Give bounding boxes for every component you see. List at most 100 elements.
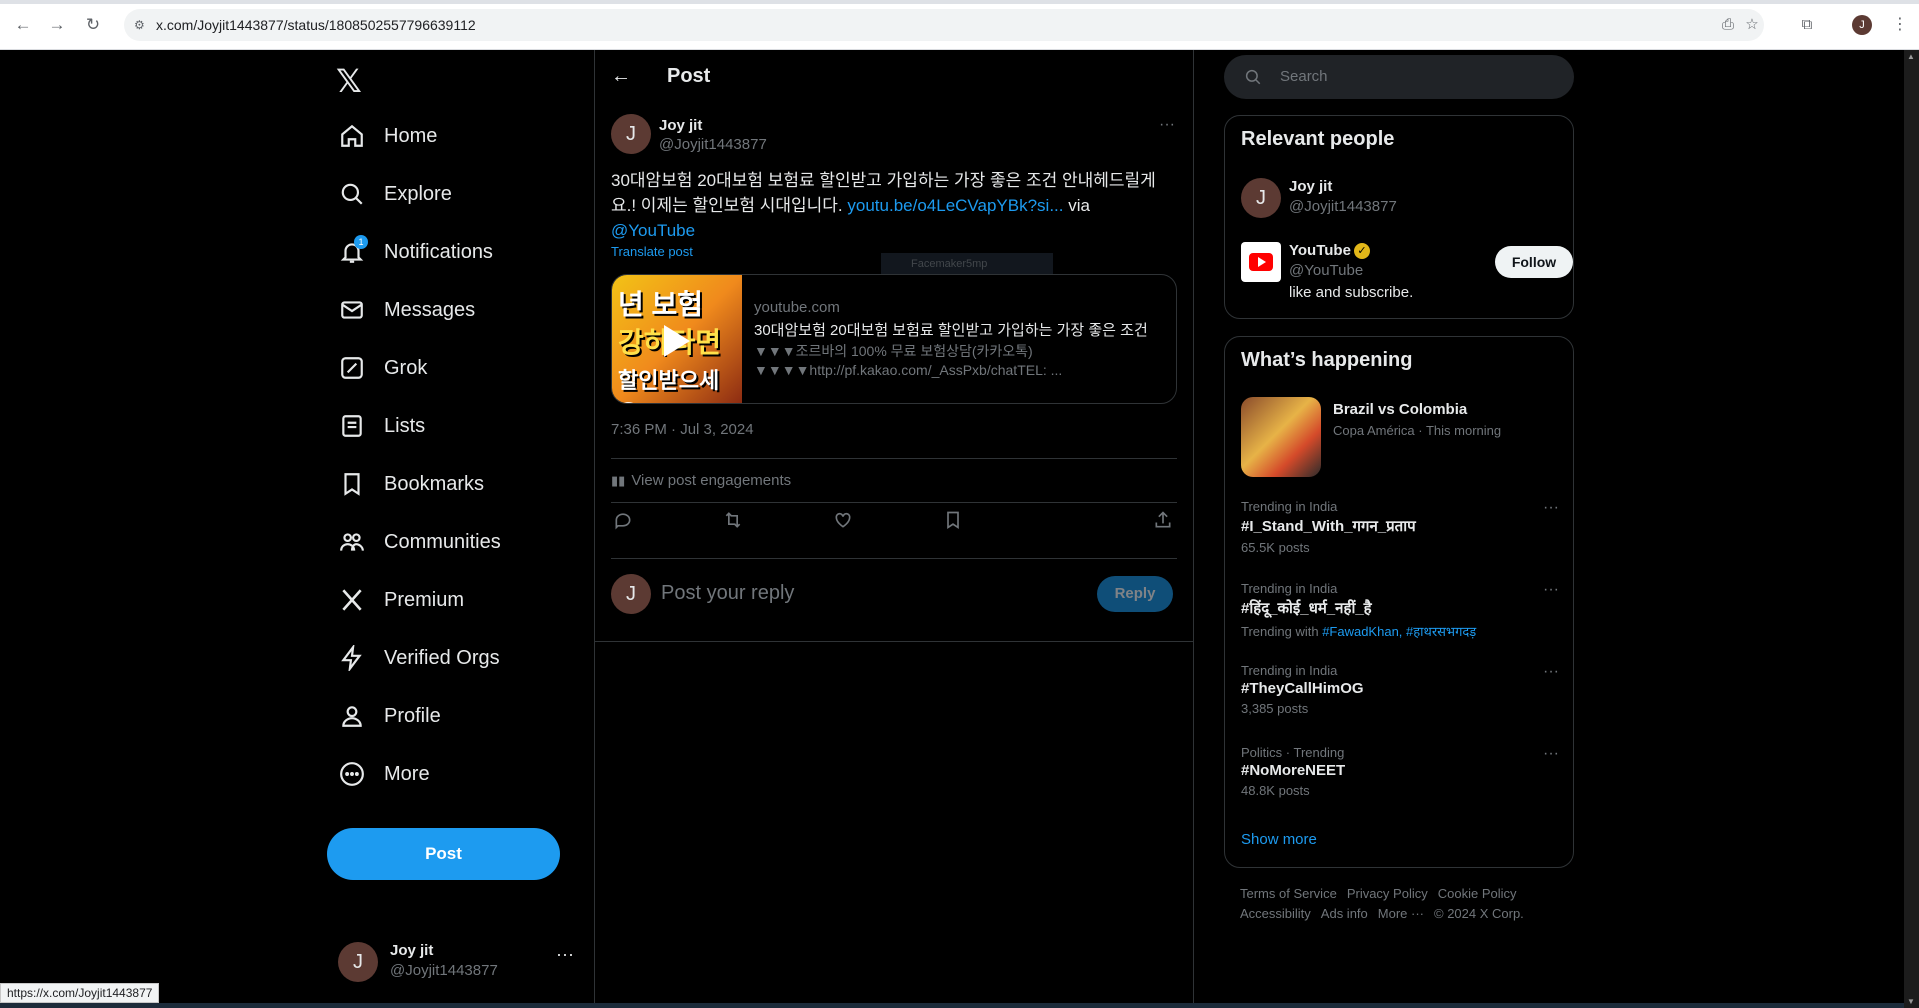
trend-meta: Trending in India [1241, 499, 1338, 514]
video-thumbnail[interactable]: 년 보험 강하다면 할인받으세요! [612, 275, 742, 403]
footer-link[interactable]: Cookie Policy [1438, 886, 1517, 901]
tweet-mention[interactable]: @YouTube [611, 221, 695, 240]
play-icon[interactable] [664, 325, 690, 357]
extensions-icon[interactable]: ⧉ [1796, 14, 1818, 36]
person-joyjit[interactable]: J Joy jit @Joyjit1443877 [1241, 174, 1559, 222]
account-switcher[interactable]: J Joy jit @Joyjit1443877 ··· [338, 938, 574, 986]
reply-input[interactable]: Post your reply [661, 582, 794, 605]
search-input[interactable]: Search [1224, 55, 1574, 99]
nav-verified-orgs[interactable]: Verified Orgs [338, 638, 500, 678]
trend-name: #TheyCallHimOG [1241, 680, 1364, 697]
repost-icon[interactable] [723, 510, 745, 532]
more-dots-icon[interactable]: ··· [1543, 581, 1559, 599]
scroll-up-icon[interactable]: ▲ [1907, 52, 1915, 61]
nav-home[interactable]: Home [338, 116, 437, 156]
address-bar[interactable]: ⚙ x.com/Joyjit1443877/status/18085025577… [124, 9, 1764, 41]
share-icon[interactable] [1153, 510, 1175, 532]
site-info-icon[interactable]: ⚙ [134, 17, 150, 33]
divider [611, 558, 1177, 559]
person-handle: @YouTube [1289, 262, 1364, 279]
url-text[interactable]: x.com/Joyjit1443877/status/1808502557796… [156, 17, 476, 33]
more-dots-icon[interactable]: ··· [1159, 116, 1175, 134]
nav-explore[interactable]: Explore [338, 174, 452, 214]
featured-trend[interactable]: Brazil vs Colombia Copa América · This m… [1241, 397, 1559, 477]
footer-link[interactable]: Ads info [1321, 906, 1368, 921]
trending-with-tags[interactable]: #FawadKhan, #हाथरसभगदड़ [1322, 624, 1476, 639]
person-name: Joy jit [1289, 178, 1333, 195]
like-heart-icon[interactable] [833, 510, 855, 532]
nav-label: Bookmarks [384, 472, 485, 495]
trend-count: 48.8K posts [1241, 783, 1310, 798]
trend-meta: Politics · Trending [1241, 745, 1345, 760]
nav-label: More [384, 762, 430, 785]
install-app-icon[interactable]: ⎙ [1718, 15, 1738, 35]
reload-icon[interactable]: ↻ [82, 14, 104, 36]
person-icon [338, 702, 366, 730]
author-name[interactable]: Joy jit [659, 117, 702, 134]
trend-item[interactable]: Trending in India #TheyCallHimOG 3,385 p… [1241, 663, 1559, 716]
card-description: ▼▼▼▼http://pf.kakao.com/_AssPxb/chatTEL:… [754, 362, 1063, 378]
relevant-people-panel: Relevant people J Joy jit @Joyjit1443877… [1224, 115, 1574, 319]
youtube-logo-icon [1241, 242, 1281, 282]
browser-profile-avatar[interactable]: J [1852, 15, 1872, 35]
page-scrollbar[interactable]: ▲ ▼ [1904, 50, 1919, 1008]
show-more-link[interactable]: Show more [1241, 831, 1317, 848]
scroll-down-icon[interactable]: ▼ [1907, 997, 1915, 1006]
nav-bookmarks[interactable]: Bookmarks [338, 464, 484, 504]
nav-label: Profile [384, 704, 441, 727]
engagements-label: View post engagements [631, 472, 792, 489]
more-dots-icon[interactable]: ··· [1543, 745, 1559, 763]
view-engagements-link[interactable]: ▮▮ View post engagements [611, 472, 791, 489]
nav-label: Messages [384, 298, 476, 321]
nav-label: Explore [384, 182, 452, 205]
footer-links: Terms of Service Privacy Policy Cookie Pol… [1240, 884, 1560, 924]
nav-label: Notifications [384, 240, 493, 263]
nav-premium[interactable]: Premium [338, 580, 464, 620]
tweet-link[interactable]: youtu.be/o4LeCVapYBk?si... [847, 196, 1063, 215]
author-handle[interactable]: @Joyjit1443877 [659, 136, 767, 153]
trend-item[interactable]: Politics · Trending #NoMoreNEET 48.8K po… [1241, 745, 1559, 798]
follow-button[interactable]: Follow [1495, 246, 1573, 278]
avatar: J [1241, 178, 1281, 218]
divider [595, 641, 1193, 642]
more-dots-icon[interactable]: ··· [1543, 663, 1559, 681]
trend-item[interactable]: Trending in India #हिंदू_कोई_धर्म_नहीं_ह… [1241, 581, 1559, 640]
back-arrow-icon[interactable]: ← [611, 64, 635, 88]
nav-notifications[interactable]: 1 Notifications [338, 232, 493, 272]
translate-post-link[interactable]: Translate post [611, 244, 693, 259]
forward-arrow-icon[interactable]: → [46, 14, 68, 36]
nav-communities[interactable]: Communities [338, 522, 501, 562]
notification-badge: 1 [354, 235, 368, 249]
person-youtube[interactable]: YouTube ✓ @YouTube like and subscribe. Fo… [1241, 238, 1573, 301]
nav-label: Home [384, 124, 438, 147]
nav-lists[interactable]: Lists [338, 406, 425, 446]
browser-menu-icon[interactable]: ⋮ [1892, 14, 1908, 36]
more-dots-icon[interactable]: ··· [1543, 499, 1559, 517]
reply-button[interactable]: Reply [1097, 576, 1173, 612]
trend-item[interactable]: Trending in India #I_Stand_With_गगन_प्रत… [1241, 499, 1559, 555]
nav-grok[interactable]: Grok [338, 348, 427, 388]
avatar[interactable]: J [611, 114, 651, 154]
footer-link[interactable]: Privacy Policy [1347, 886, 1428, 901]
bookmark-icon [338, 470, 366, 498]
x-logo-icon[interactable]: 𝕏 [336, 64, 370, 98]
verified-badge-icon: ✓ [1353, 242, 1370, 259]
bookmark-icon[interactable] [943, 510, 965, 532]
footer-link[interactable]: Accessibility [1240, 906, 1311, 921]
nav-more[interactable]: More [338, 754, 430, 794]
browser-chrome: ← → ↻ ⚙ x.com/Joyjit1443877/status/18085… [0, 0, 1919, 50]
nav-profile[interactable]: Profile [338, 696, 441, 736]
mail-icon [338, 296, 366, 324]
bar-chart-icon: ▮▮ [611, 472, 626, 488]
thumbnail-text: 할인받으세요! [618, 368, 720, 403]
bookmark-star-icon[interactable]: ☆ [1742, 15, 1762, 35]
footer-link[interactable]: Terms of Service [1240, 886, 1337, 901]
reply-icon[interactable] [613, 510, 635, 532]
nav-messages[interactable]: Messages [338, 290, 475, 330]
footer-link[interactable]: More ··· [1378, 906, 1424, 921]
link-card[interactable]: 년 보험 강하다면 할인받으세요! youtube.com 30대암보험 20대… [611, 274, 1177, 404]
more-dots-icon[interactable]: ··· [556, 944, 574, 965]
tweet-timestamp[interactable]: 7:36 PM · Jul 3, 2024 [611, 421, 754, 438]
post-button[interactable]: Post [327, 828, 560, 880]
back-arrow-icon[interactable]: ← [12, 14, 34, 36]
